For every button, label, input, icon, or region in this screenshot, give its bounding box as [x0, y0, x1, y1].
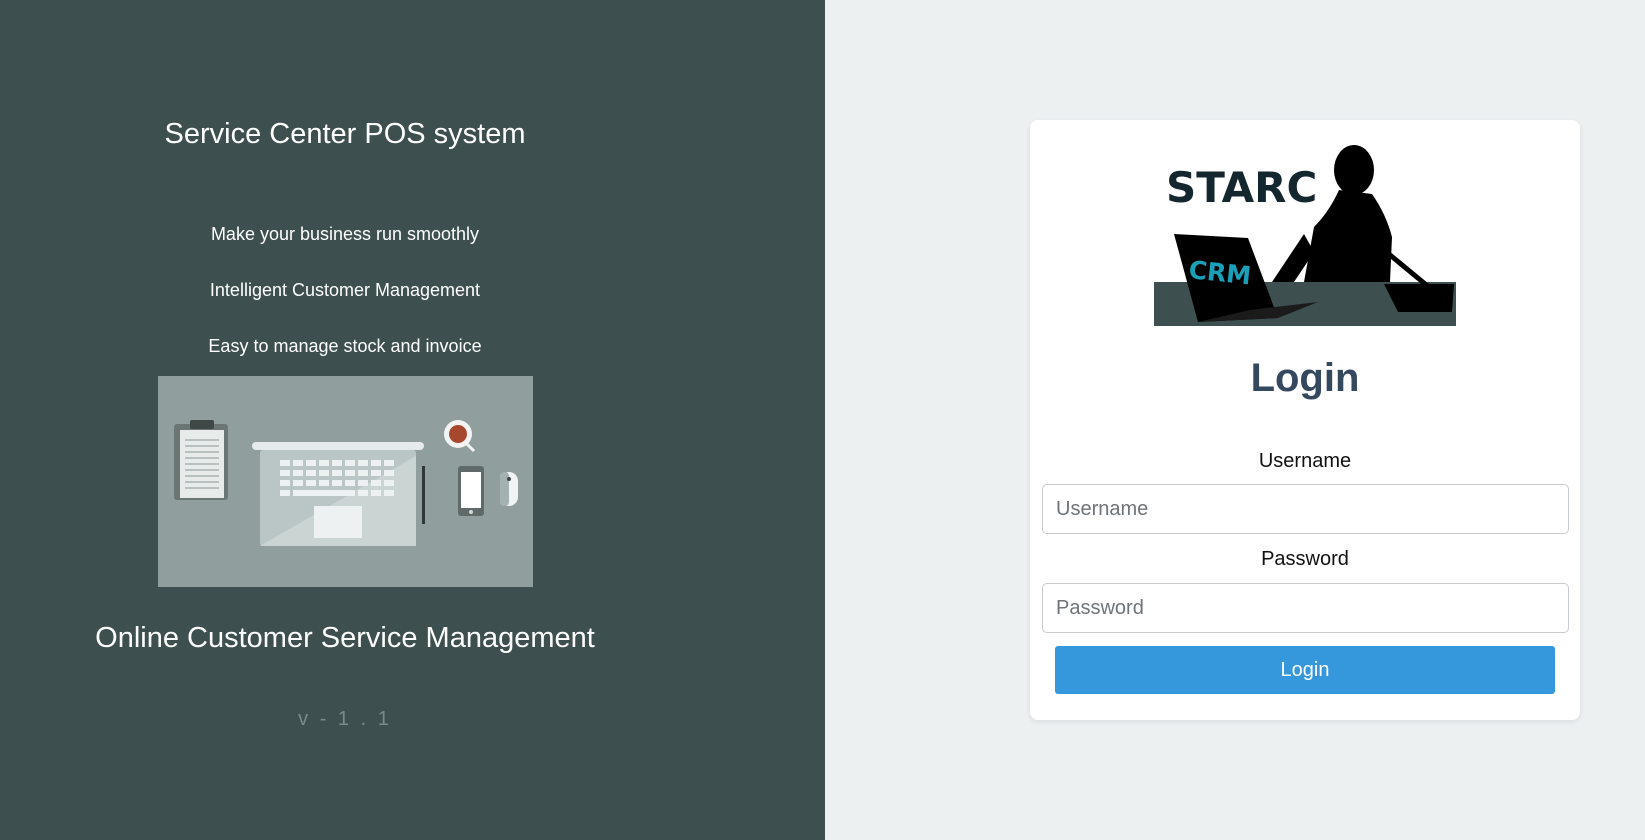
clipboard-icon — [174, 420, 228, 500]
laptop-icon — [252, 442, 424, 546]
mouse-icon — [500, 472, 518, 506]
subtitle: Online Customer Service Management — [95, 622, 595, 654]
promo-panel: Service Center POS system Make your busi… — [0, 0, 825, 840]
login-button[interactable]: Login — [1055, 646, 1555, 694]
login-area: STARC CRM Login Username Password Login — [825, 0, 1645, 840]
password-label: Password — [1261, 548, 1349, 570]
username-input[interactable] — [1042, 484, 1569, 534]
pencil-icon — [422, 466, 425, 524]
login-card: STARC CRM Login Username Password Login — [1030, 120, 1580, 720]
workspace-illustration — [158, 376, 533, 587]
tagline-2: Intelligent Customer Management — [209, 280, 481, 300]
starc-crm-logo: STARC CRM — [1154, 142, 1456, 326]
app-title: Service Center POS system — [164, 118, 526, 150]
version-label: v - 1 . 1 — [298, 708, 392, 730]
login-page: Service Center POS system Make your busi… — [0, 0, 1645, 840]
username-label: Username — [1258, 450, 1352, 472]
logo-brand-text: STARC — [1166, 163, 1317, 212]
coffee-cup-icon — [444, 420, 476, 453]
phone-icon — [458, 466, 484, 516]
login-heading: Login — [1250, 356, 1360, 400]
tagline-3: Easy to manage stock and invoice — [208, 336, 482, 356]
tagline-1: Make your business run smoothly — [210, 224, 480, 244]
password-input[interactable] — [1042, 583, 1569, 633]
